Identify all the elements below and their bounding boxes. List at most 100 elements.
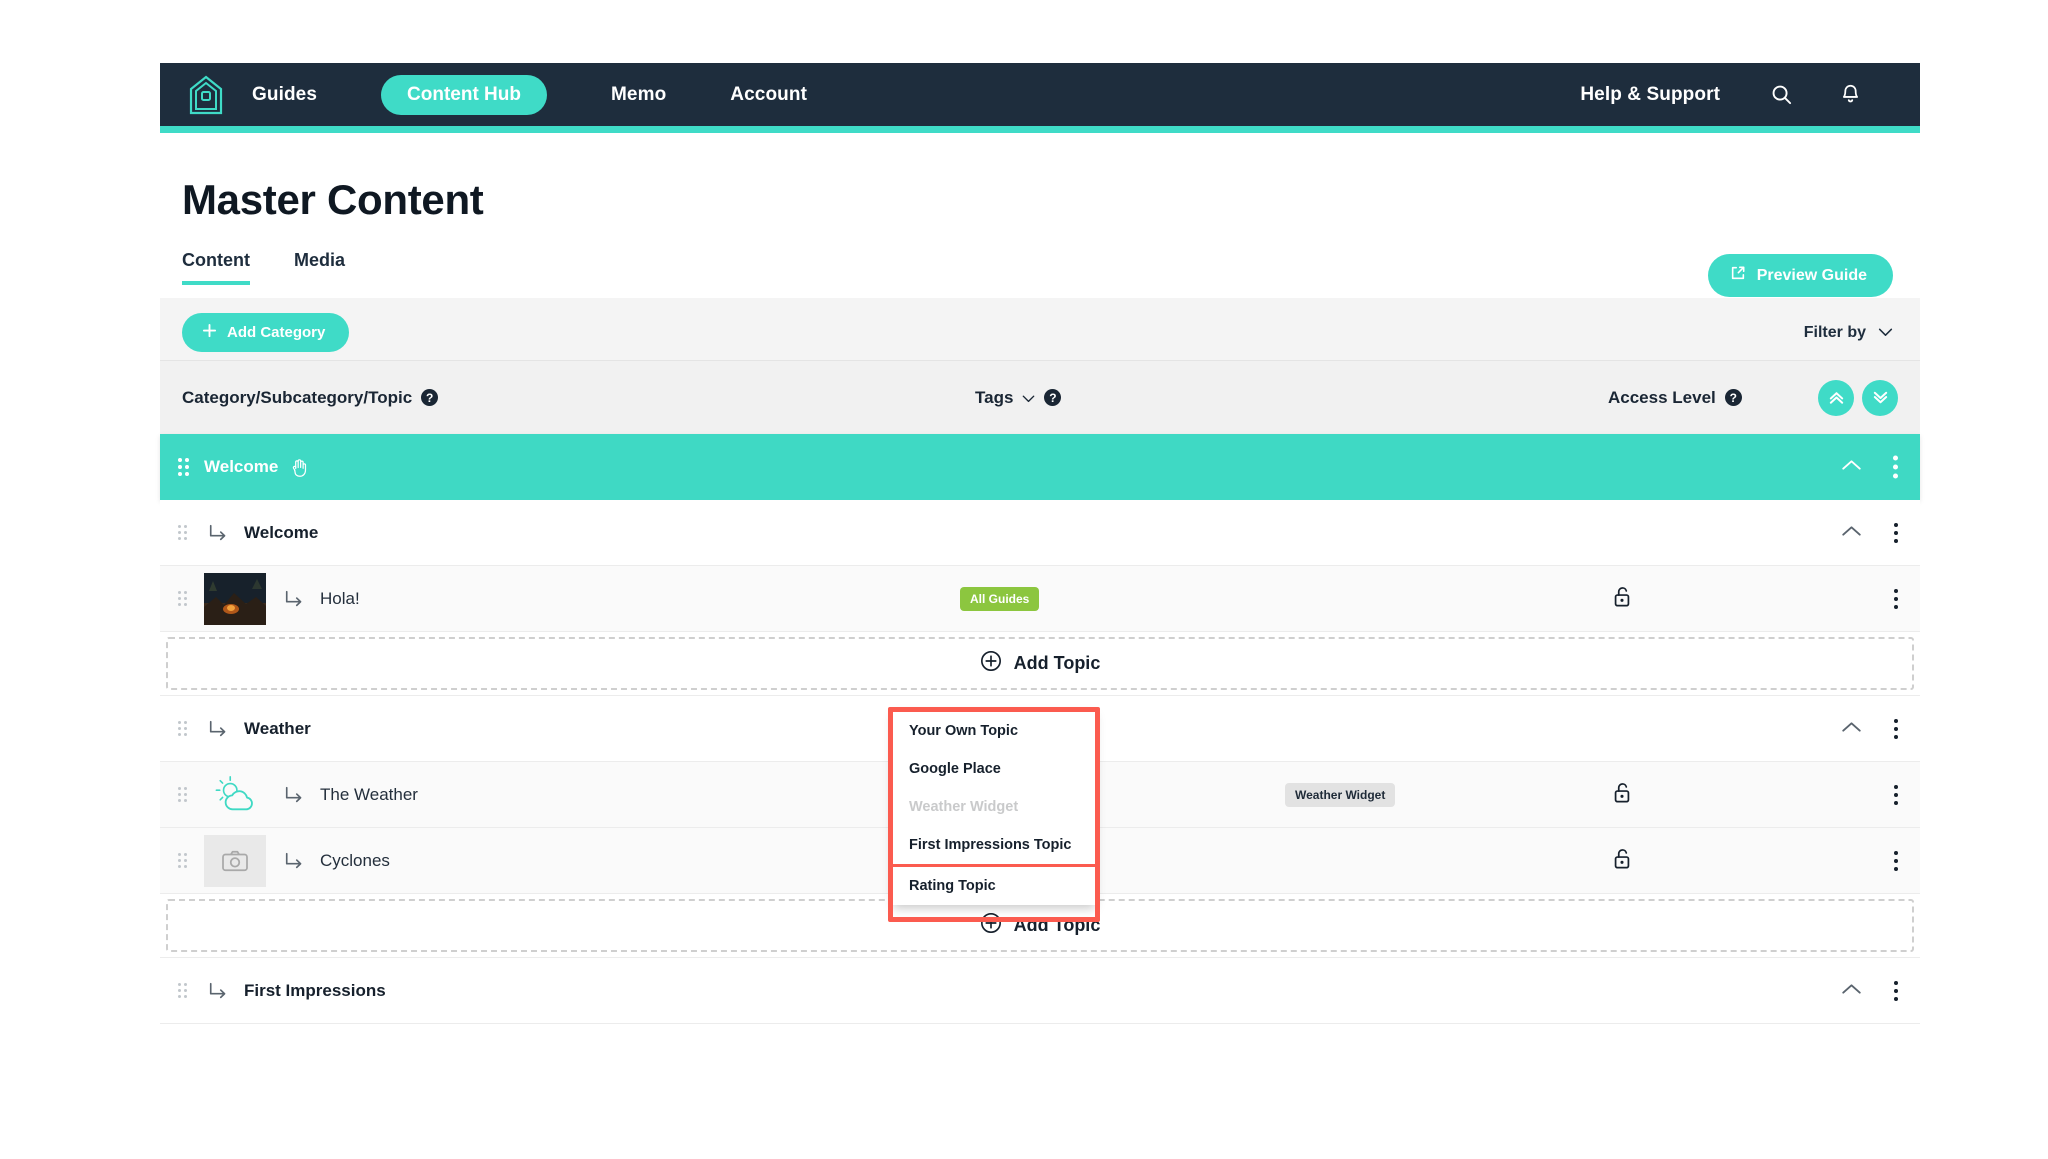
add-topic-label: Add Topic [1013, 653, 1101, 673]
add-topic-dropdown-menu[interactable]: Your Own Topic Google Place Weather Widg… [893, 712, 1095, 905]
weather-sun-cloud-icon [204, 768, 266, 821]
help-icon-category[interactable]: ? [421, 389, 439, 406]
notification-bell-icon[interactable] [1839, 83, 1862, 107]
column-header-category: Category/Subcategory/Topic ? [182, 387, 439, 408]
chevron-down-icon[interactable] [1022, 388, 1035, 408]
kebab-menu-icon[interactable] [1890, 585, 1902, 613]
subcategory-row-welcome[interactable]: Welcome [160, 500, 1920, 566]
dropdown-item-your-own-topic[interactable]: Your Own Topic [893, 712, 1095, 750]
search-icon[interactable] [1770, 83, 1793, 106]
tag-cell: Weather Widget [1285, 782, 1396, 807]
page-title: Master Content [182, 176, 484, 223]
tab-content[interactable]: Content [182, 250, 250, 285]
plus-circle-icon [980, 650, 1002, 677]
expand-collapse-controls [1818, 379, 1898, 416]
topic-label: The Weather [320, 784, 418, 804]
help-icon-access-level[interactable]: ? [1724, 389, 1742, 406]
chevron-up-icon[interactable] [1841, 524, 1862, 542]
drag-handle-icon[interactable] [178, 525, 190, 540]
nav-item-guides[interactable]: Guides [252, 84, 317, 106]
expand-all-button[interactable] [1862, 379, 1898, 416]
column-header-tags-label: Tags [975, 387, 1014, 407]
column-header-tags: Tags ? [975, 387, 1062, 408]
tab-media[interactable]: Media [294, 250, 345, 285]
drag-handle-icon[interactable] [178, 853, 190, 868]
nav-item-help-support[interactable]: Help & Support [1580, 84, 1720, 106]
campfire-photo-thumbnail [204, 572, 266, 625]
chevron-down-icon [1878, 324, 1893, 342]
topic-arrow-icon [284, 589, 304, 609]
category-row-welcome[interactable]: Welcome [160, 434, 1920, 500]
subcategory-arrow-icon [208, 523, 228, 543]
bottom-edge [160, 1141, 1920, 1159]
tag-cell: All Guides [960, 586, 1040, 611]
chevron-up-icon[interactable] [1841, 458, 1862, 476]
top-navbar: Guides Content Hub Memo Account Help & S… [160, 63, 1920, 126]
external-link-icon [1730, 265, 1746, 286]
subcategory-label: Welcome [244, 522, 319, 542]
category-label: Welcome [204, 457, 279, 476]
column-header-access-level-label: Access Level [1608, 387, 1716, 407]
nav-item-memo[interactable]: Memo [611, 84, 666, 106]
add-topic-row[interactable]: Add Topic [160, 632, 1920, 696]
kebab-menu-icon[interactable] [1889, 452, 1902, 483]
chevron-up-icon[interactable] [1841, 982, 1862, 1000]
kebab-menu-icon[interactable] [1890, 715, 1902, 743]
plus-circle-icon [980, 912, 1002, 939]
filter-by-label: Filter by [1803, 324, 1866, 341]
navbar-accent-bar [160, 126, 1920, 133]
filter-by-dropdown[interactable]: Filter by [1804, 324, 1893, 342]
unlocked-padlock-icon[interactable] [1612, 847, 1632, 875]
topic-arrow-icon [284, 851, 304, 871]
column-header-access-level: Access Level ? [1608, 388, 1742, 408]
drag-handle-icon[interactable] [178, 787, 190, 802]
preview-guide-label: Preview Guide [1756, 266, 1867, 284]
tag-badge[interactable]: Weather Widget [1285, 782, 1396, 807]
preview-guide-button[interactable]: Preview Guide [1707, 254, 1893, 297]
add-topic-label: Add Topic [1013, 915, 1101, 935]
page-tabs: Content Media [182, 250, 389, 285]
nav-item-content-hub[interactable]: Content Hub [381, 74, 547, 115]
subcategory-arrow-icon [208, 719, 228, 739]
topic-label: Cyclones [320, 850, 390, 870]
toolbar-strip [160, 298, 1920, 360]
subcategory-arrow-icon [208, 981, 228, 1001]
dropdown-item-first-impressions-topic[interactable]: First Impressions Topic [893, 826, 1095, 864]
add-topic-button[interactable]: Add Topic [980, 912, 1101, 939]
kebab-menu-icon[interactable] [1890, 519, 1902, 547]
subcategory-label: First Impressions [244, 980, 386, 1000]
kebab-menu-icon[interactable] [1890, 977, 1902, 1005]
dropdown-item-rating-topic[interactable]: Rating Topic [893, 864, 1095, 905]
topic-label: Hola! [320, 588, 360, 608]
plus-icon [202, 323, 217, 342]
tag-badge[interactable]: All Guides [960, 586, 1040, 611]
kebab-menu-icon[interactable] [1890, 781, 1902, 809]
add-category-button[interactable]: Add Category [182, 313, 350, 352]
collapse-all-button[interactable] [1818, 379, 1854, 416]
navbar-right-group: Help & Support [1580, 83, 1920, 107]
camera-placeholder-icon [204, 834, 266, 887]
table-column-header: Category/Subcategory/Topic ? Tags ? Acce… [160, 360, 1920, 434]
subcategory-label: Weather [244, 718, 311, 738]
drag-handle-icon[interactable] [178, 591, 190, 606]
nav-item-account[interactable]: Account [730, 84, 807, 106]
add-topic-button[interactable]: Add Topic [980, 650, 1101, 677]
add-category-label: Add Category [227, 324, 326, 341]
home-logo-icon[interactable] [160, 75, 252, 115]
subcategory-row-first-impressions[interactable]: First Impressions [160, 958, 1920, 1024]
kebab-menu-icon[interactable] [1890, 847, 1902, 875]
hand-drag-icon [290, 457, 309, 478]
chevron-up-icon[interactable] [1841, 720, 1862, 738]
drag-handle-icon[interactable] [178, 458, 190, 476]
drag-handle-icon[interactable] [178, 983, 190, 998]
app-root: Guides Content Hub Memo Account Help & S… [0, 0, 2048, 1159]
column-header-category-label: Category/Subcategory/Topic [182, 387, 413, 407]
topic-arrow-icon [284, 785, 304, 805]
unlocked-padlock-icon[interactable] [1612, 781, 1632, 809]
topic-row-hola[interactable]: Hola! All Guides [160, 566, 1920, 632]
unlocked-padlock-icon[interactable] [1612, 585, 1632, 613]
drag-handle-icon[interactable] [178, 721, 190, 736]
dropdown-item-weather-widget: Weather Widget [909, 799, 1019, 815]
dropdown-item-google-place[interactable]: Google Place [893, 750, 1095, 788]
help-icon-tags[interactable]: ? [1044, 389, 1062, 406]
